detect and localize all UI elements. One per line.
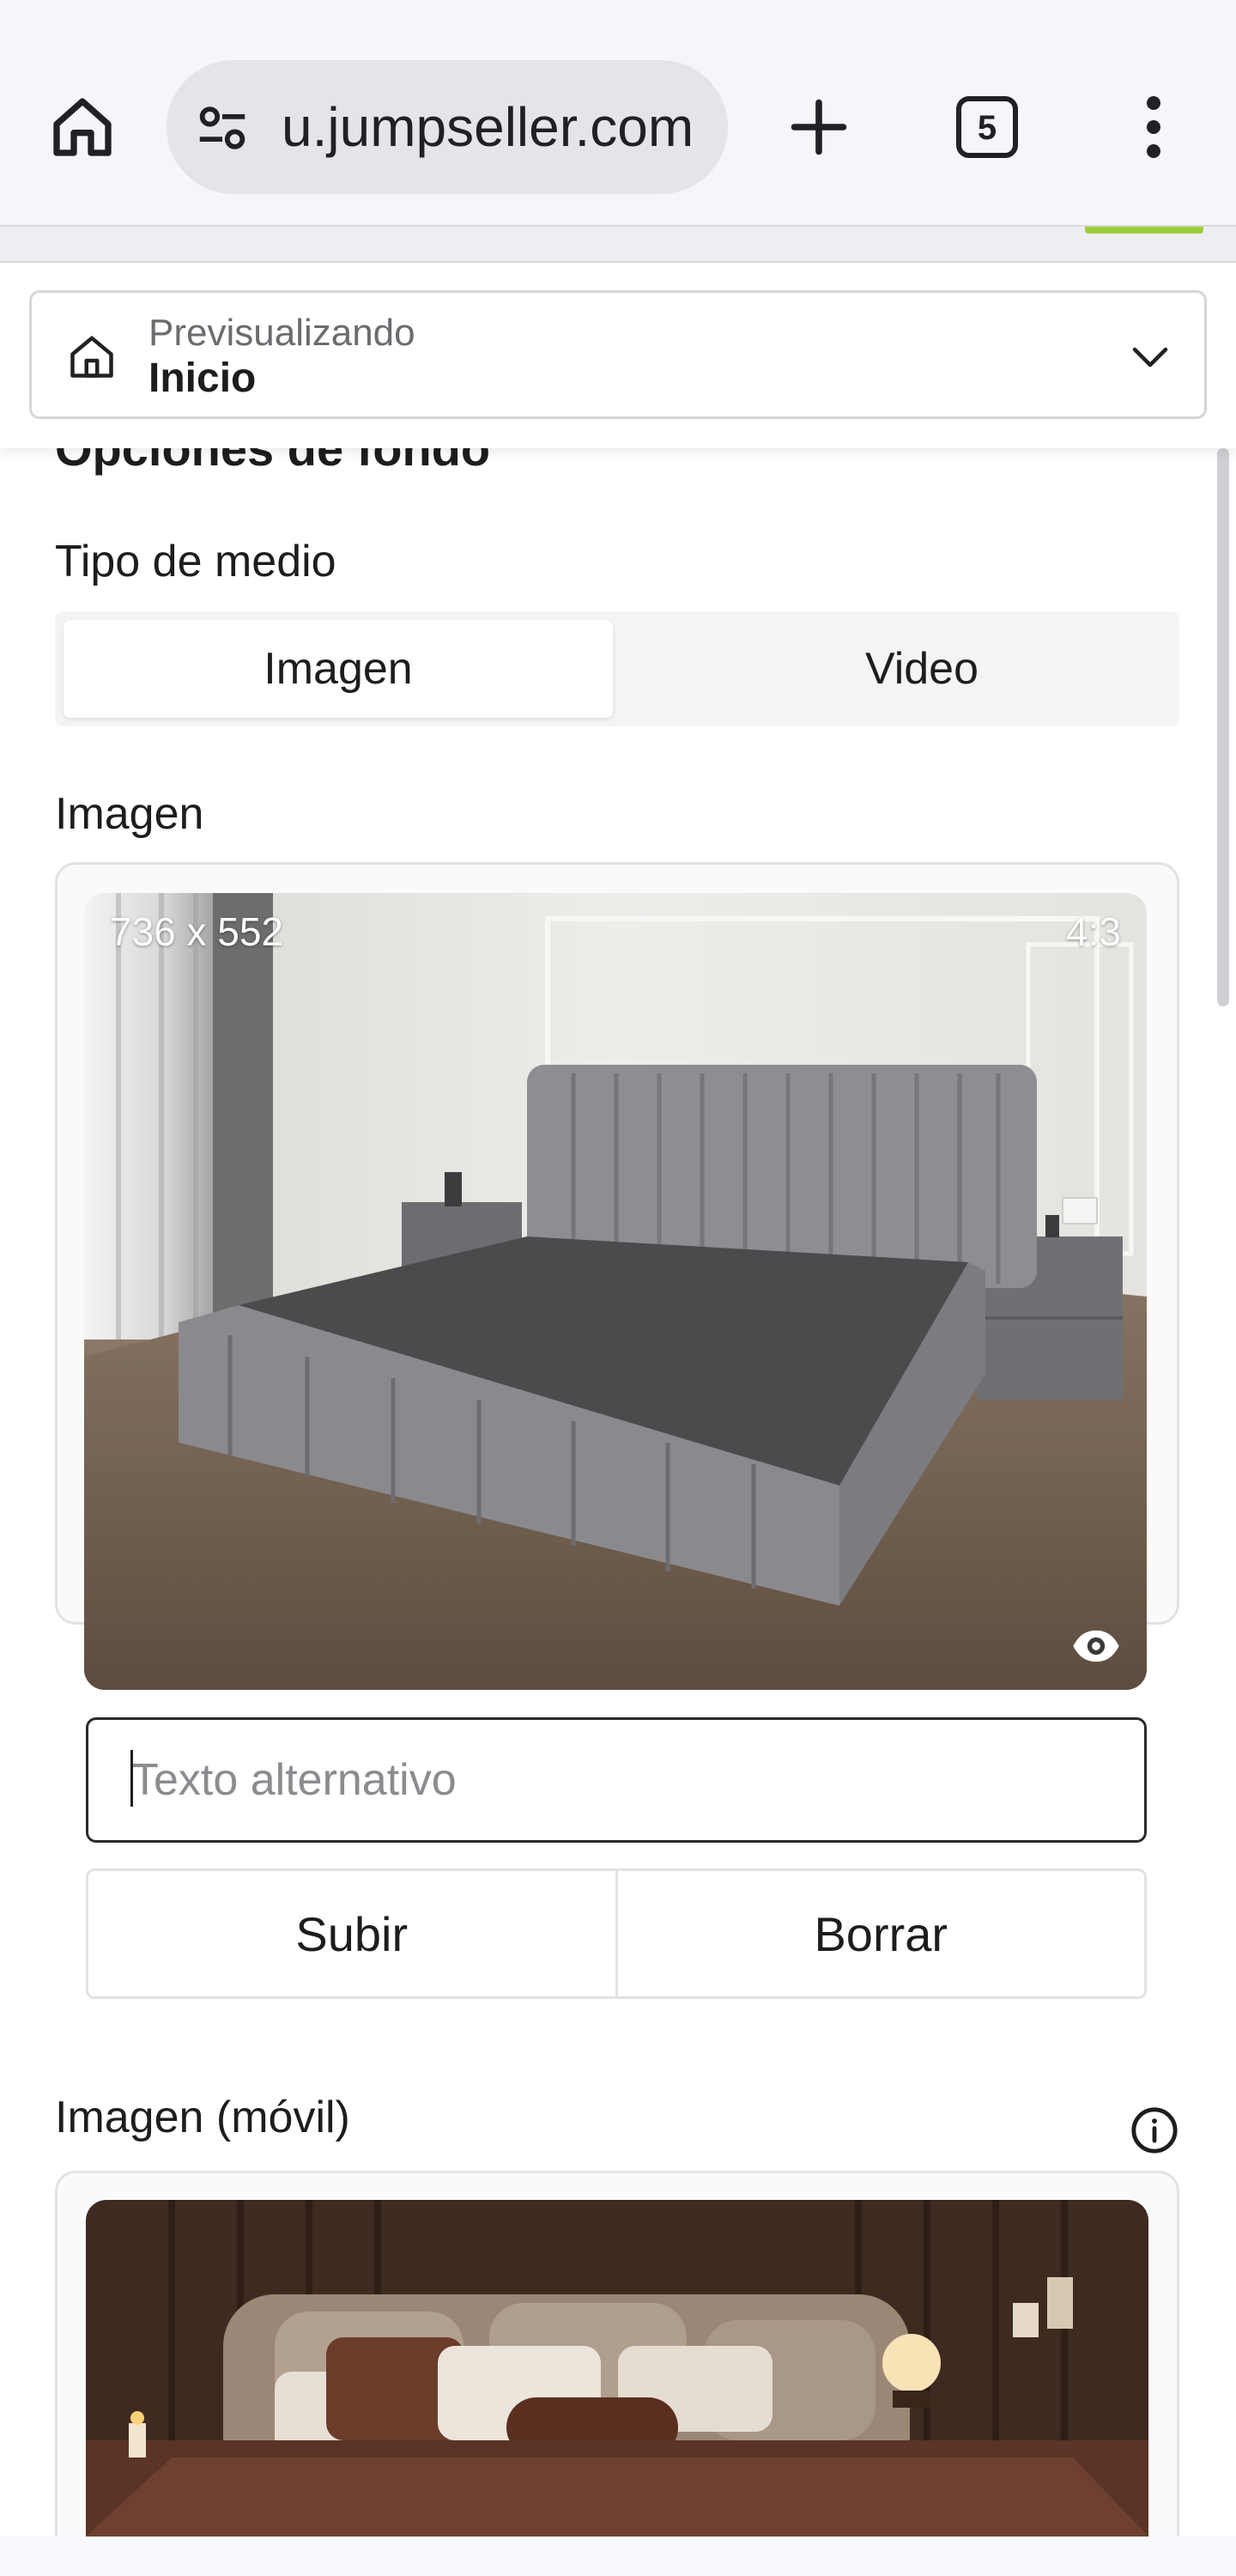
url-text: u.jumpseller.com (282, 96, 694, 158)
media-option-video[interactable]: Video (673, 620, 1171, 718)
media-option-image[interactable]: Imagen (64, 620, 613, 718)
tab-count-icon[interactable]: 5 (949, 89, 1025, 165)
plus-icon[interactable] (778, 86, 860, 168)
tab-count: 5 (978, 109, 997, 147)
accent-bar (1085, 227, 1203, 234)
preview-value: Inicio (148, 355, 257, 401)
page: u.jumpseller.com 5 Previsualizando Inici… (0, 0, 1236, 2576)
home-icon[interactable] (41, 86, 124, 168)
scrollbar[interactable] (1217, 448, 1229, 1006)
more-vertical-icon[interactable] (1112, 86, 1195, 168)
preview-page-select[interactable]: Previsualizando Inicio (29, 290, 1207, 419)
page-header-strip (0, 225, 1236, 263)
info-icon[interactable] (1130, 2105, 1179, 2155)
image-ratio: 4:3 (1066, 909, 1121, 954)
preview-panel: Previsualizando Inicio (0, 263, 1236, 448)
chevron-down-icon (1127, 334, 1173, 380)
upload-button[interactable]: Subir (88, 1871, 615, 1996)
delete-button[interactable]: Borrar (618, 1871, 1145, 1996)
background-image-preview[interactable]: 736 x 552 4:3 (84, 893, 1147, 1690)
preview-caption: Previsualizando (148, 312, 415, 354)
media-type-toggle: Imagen Video (55, 611, 1179, 726)
text-cursor (130, 1750, 133, 1807)
tune-icon[interactable] (192, 98, 252, 158)
mobile-image-preview[interactable] (86, 2200, 1148, 2537)
browser-toolbar: u.jumpseller.com 5 (0, 0, 1236, 225)
image-label: Imagen (55, 789, 204, 839)
image-actions: Subir Borrar (86, 1868, 1147, 1999)
mobile-image-label: Imagen (móvil) (55, 2093, 350, 2142)
address-bar[interactable]: u.jumpseller.com (167, 60, 728, 194)
eye-icon[interactable] (1071, 1621, 1121, 1671)
media-type-label: Tipo de medio (55, 537, 336, 586)
section-title: Opciones de fondo (55, 448, 491, 476)
alt-text-input[interactable] (86, 1717, 1147, 1843)
image-dimensions: 736 x 552 (110, 909, 284, 954)
bottom-edge (0, 2537, 1236, 2576)
house-icon (66, 331, 118, 382)
